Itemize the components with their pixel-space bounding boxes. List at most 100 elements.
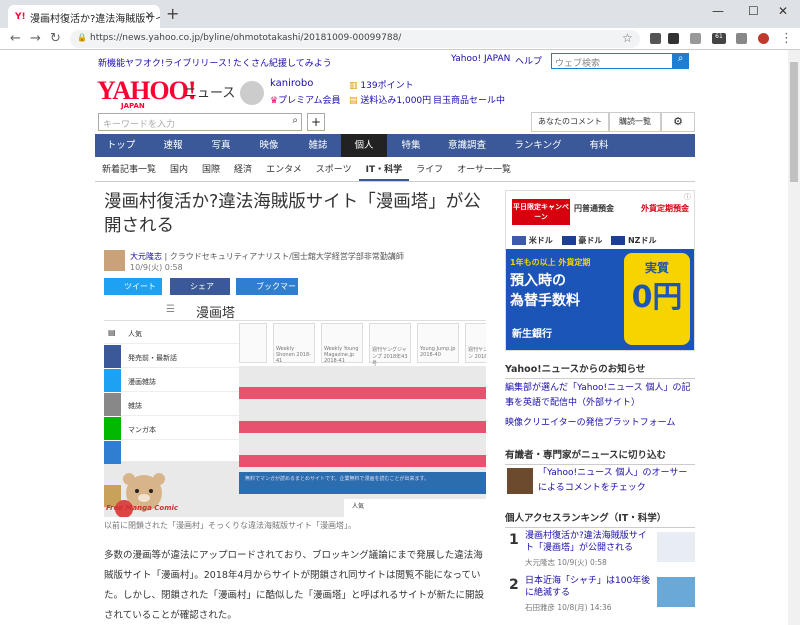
scrollbar-thumb[interactable] <box>790 62 798 182</box>
subscription-list-button[interactable]: 購読一覧 <box>609 112 661 132</box>
twitter-icon <box>104 369 121 392</box>
ranking-item[interactable]: 2 日本近海「シャチ」は100年後に絶滅する 石田雅彦 10/8(月) 14:3… <box>505 575 695 625</box>
yahoo-logo[interactable]: YAHOO! <box>97 76 196 106</box>
close-tab-icon[interactable]: ✕ <box>145 9 154 22</box>
menu-item: 雑誌 <box>104 393 239 416</box>
web-search-input[interactable]: ウェブ検索 ⌕ <box>551 53 689 69</box>
premium-link[interactable]: ♛プレミアム会員 <box>270 93 340 106</box>
thumb-strip: Weekly Shonen 2018-41 Weekly Young Magaz… <box>239 321 486 367</box>
sale-link[interactable]: 目玉商品セール中 <box>433 93 505 106</box>
keyword-search-input[interactable]: キーワードを入力 ⌕ <box>98 113 302 131</box>
extension-badge[interactable]: 61 <box>712 33 726 44</box>
minimize-icon[interactable]: — <box>712 4 724 18</box>
nav-personal[interactable]: 個人 <box>341 134 387 157</box>
au-flag-icon <box>561 236 576 245</box>
subnav-life[interactable]: ライフ <box>409 158 450 181</box>
expert-thumb[interactable] <box>507 468 533 494</box>
news-label[interactable]: ニュース <box>184 82 235 101</box>
scrollbar[interactable] <box>788 50 800 625</box>
rank-byline: 石田雅彦 10/8(月) 14:36 <box>525 603 612 612</box>
subnav-authors[interactable]: オーサー一覧 <box>450 158 518 181</box>
nav-top[interactable]: トップ <box>95 134 147 157</box>
points-link[interactable]: ▥ 139ポイント <box>349 78 414 91</box>
nav-magazine[interactable]: 雑誌 <box>295 134 341 157</box>
nav-video[interactable]: 映像 <box>243 134 295 157</box>
notice-link-video[interactable]: 映像クリエイターの発信プラットフォーム <box>505 416 695 431</box>
extension-icon[interactable] <box>650 33 661 44</box>
rank-thumb[interactable] <box>657 532 695 562</box>
nav-breaking[interactable]: 速報 <box>147 134 199 157</box>
nz-flag-icon <box>611 236 626 245</box>
bookmark-star-icon[interactable]: ☆ <box>622 31 633 45</box>
points-label: 139ポイント <box>360 81 414 91</box>
forward-icon[interactable]: → <box>30 31 41 46</box>
subnav-latest[interactable]: 新着記事一覧 <box>95 158 163 181</box>
nav-ranking[interactable]: ランキング <box>499 134 577 157</box>
extension-icon[interactable] <box>690 33 701 44</box>
extension-icon[interactable] <box>736 33 747 44</box>
your-comments-button[interactable]: あなたのコメント <box>531 112 609 132</box>
shinsei-bank-ad[interactable]: 平日限定キャンペーン 円普通預金 外貨定期預金 ⓘ 米ドル 豪ドル NZドル 1… <box>505 190 695 351</box>
ranking-item[interactable]: 1 漫画村復活か?違法海賊版サイト「漫画塔」が公開される 大元隆志 10/9(火… <box>505 530 695 580</box>
headline-3: 為替手数料 <box>510 293 580 309</box>
yahoo-japan-link[interactable]: Yahoo! JAPAN <box>451 54 510 64</box>
zero-yen-badge: 実質 0円 <box>624 253 690 345</box>
rank-title[interactable]: 漫画村復活か?違法海賊版サイト「漫画塔」が公開される <box>525 530 651 554</box>
promo-link-2[interactable]: たくさん紀援してみよう <box>233 56 332 69</box>
menu-kebab-icon[interactable]: ⋮ <box>780 31 793 46</box>
rank-thumb[interactable] <box>657 577 695 607</box>
nav-feature[interactable]: 特集 <box>387 134 435 157</box>
subnav-it-science[interactable]: IT・科学 <box>358 158 410 181</box>
search-icon[interactable]: ⌕ <box>292 115 298 126</box>
author-photo[interactable] <box>104 250 125 271</box>
logo-sub: JAPAN <box>121 102 145 110</box>
subnav-domestic[interactable]: 国内 <box>163 158 195 181</box>
gear-icon[interactable]: ⚙ <box>661 112 695 132</box>
lock-icon: 🔒 <box>77 33 87 42</box>
notice-link-english[interactable]: 編集部が選んだ「Yahoo!ニュース 個人」の記事を英語で配信中（外部サイト） <box>505 381 695 411</box>
article-date: 10/9(火) 0:58 <box>130 263 183 272</box>
new-tab-icon[interactable]: + <box>166 4 179 23</box>
shipping-label: 送料込み1,000円 <box>360 96 432 106</box>
hatena-bookmark-button[interactable]: ブックマーク <box>236 278 298 308</box>
nav-survey[interactable]: 意識調査 <box>435 134 499 157</box>
profile-avatar[interactable] <box>758 33 769 44</box>
menu-item: 発売前・最新話 <box>104 345 239 368</box>
subnav-economy[interactable]: 経済 <box>227 158 259 181</box>
subnav-sports[interactable]: スポーツ <box>309 158 359 181</box>
nav-photo[interactable]: 写真 <box>199 134 243 157</box>
menu-label: 発売前・最新話 <box>128 354 177 362</box>
hatena-icon <box>104 441 121 464</box>
subnav-entertainment[interactable]: エンタメ <box>259 158 309 181</box>
search-placeholder: ウェブ検索 <box>555 59 601 69</box>
ranking-heading: 個人アクセスランキング（IT・科学） <box>505 510 695 528</box>
tweet-button[interactable]: ツイート <box>104 278 162 295</box>
thumb-card: 週刊ヤングジャンプ 2018年43号 <box>369 323 411 367</box>
ad-info-icon[interactable]: ⓘ <box>684 192 691 202</box>
search-icon[interactable]: ⌕ <box>672 53 689 69</box>
mail-icon <box>104 393 121 416</box>
back-icon[interactable]: ← <box>10 31 21 46</box>
author-link[interactable]: 大元隆志 <box>130 252 162 261</box>
maximize-icon[interactable]: ☐ <box>748 4 759 18</box>
window-close-icon[interactable]: ✕ <box>778 4 788 18</box>
browser-tab[interactable]: Y! 漫画村復活か?違法海賊版サイト ✕ <box>8 5 160 28</box>
help-link[interactable]: ヘルプ <box>515 54 542 67</box>
expert-link[interactable]: 「Yahoo!ニュース 個人」のオーサーによるコメントをチェック <box>538 466 694 496</box>
subnav-world[interactable]: 国際 <box>195 158 227 181</box>
reload-icon[interactable]: ↻ <box>50 31 61 46</box>
rank-title[interactable]: 日本近海「シャチ」は100年後に絶滅する <box>525 575 651 599</box>
url-field[interactable]: 🔒 https://news.yahoo.co.jp/byline/ohmoto… <box>70 30 640 48</box>
username[interactable]: kanirobo <box>270 78 313 89</box>
yen-deposit: 円普通預金 <box>574 204 614 213</box>
extension-icon[interactable] <box>668 33 679 44</box>
headline-2: 預入時の <box>510 273 566 289</box>
add-button[interactable]: + <box>307 113 325 131</box>
shipping-link[interactable]: ▤ 送料込み1,000円 <box>349 93 431 106</box>
promo-link-1[interactable]: 新機能ヤフオク!ライブリリース！ <box>98 56 236 69</box>
facebook-share-button[interactable]: シェア <box>170 278 230 295</box>
avatar[interactable] <box>240 81 264 105</box>
page: 新機能ヤフオク!ライブリリース！ たくさん紀援してみよう Yahoo! JAPA… <box>0 50 788 625</box>
nav-paid[interactable]: 有料 <box>577 134 621 157</box>
facebook-icon <box>104 345 121 368</box>
